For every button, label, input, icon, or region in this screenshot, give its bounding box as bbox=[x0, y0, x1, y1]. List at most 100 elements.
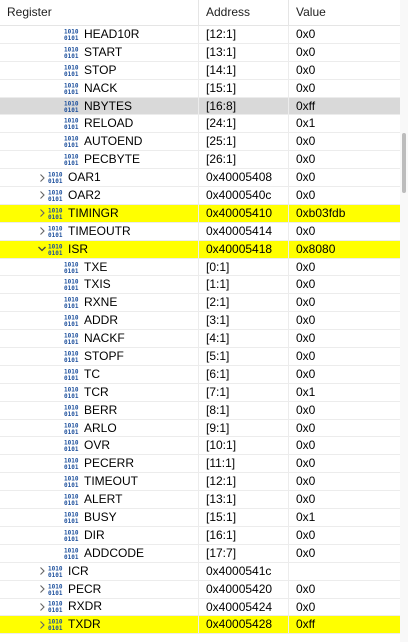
chevron-right-icon[interactable] bbox=[36, 169, 48, 186]
value-cell[interactable]: 0x0 bbox=[289, 437, 400, 454]
register-cell: 1010 0101 PECBYTE bbox=[0, 151, 199, 169]
chevron-right-icon[interactable] bbox=[36, 187, 48, 204]
table-row[interactable]: 1010 0101 ADDR [3:1] 0x0 bbox=[0, 312, 400, 331]
value-cell[interactable]: 0x0 bbox=[289, 402, 400, 419]
table-row[interactable]: 1010 0101 NACK [15:1] 0x0 bbox=[0, 79, 400, 98]
table-row[interactable]: 1010 0101 OAR2 0x4000540c 0x0 bbox=[0, 187, 400, 205]
value-cell[interactable]: 0x0 bbox=[289, 420, 400, 437]
table-row[interactable]: 1010 0101 TIMEOUT [12:1] 0x0 bbox=[0, 473, 400, 492]
chevron-right-icon[interactable] bbox=[36, 616, 48, 633]
table-row[interactable]: 1010 0101 ISR 0x40005418 0x8080 bbox=[0, 240, 400, 259]
value-cell[interactable]: 0x0 bbox=[289, 80, 400, 97]
value-cell[interactable]: 0x0 bbox=[289, 491, 400, 508]
address-cell: [7:1] bbox=[199, 383, 289, 401]
svg-text:0101: 0101 bbox=[64, 71, 79, 77]
value-cell[interactable]: 0x1 bbox=[289, 384, 400, 401]
value-cell[interactable]: 0x0 bbox=[289, 473, 400, 490]
value-cell[interactable]: 0x0 bbox=[289, 151, 400, 168]
table-row[interactable]: 1010 0101 RELOAD [24:1] 0x1 bbox=[0, 115, 400, 134]
value-cell[interactable]: 0x0 bbox=[289, 133, 400, 150]
value-cell[interactable]: 0x0 bbox=[289, 366, 400, 383]
table-row[interactable]: 1010 0101 TIMEOUTR 0x40005414 0x0 bbox=[0, 222, 400, 241]
table-row[interactable]: 1010 0101 PECR 0x40005420 0x0 bbox=[0, 580, 400, 599]
table-row[interactable]: 1010 0101 NACKF [4:1] 0x0 bbox=[0, 330, 400, 349]
register-cell: 1010 0101 TC bbox=[0, 365, 199, 383]
table-row[interactable]: 1010 0101 PECBYTE [26:1] 0x0 bbox=[0, 151, 400, 170]
value-cell[interactable]: 0x0 bbox=[289, 187, 400, 204]
value-cell[interactable]: 0xff bbox=[289, 98, 400, 115]
table-row[interactable]: 1010 0101 PECERR [11:1] 0x0 bbox=[0, 455, 400, 474]
value-cell[interactable]: 0x1 bbox=[289, 509, 400, 526]
value-cell[interactable] bbox=[289, 563, 400, 580]
value-cell[interactable]: 0x0 bbox=[289, 276, 400, 293]
table-row[interactable]: 1010 0101 RXNE [2:1] 0x0 bbox=[0, 294, 400, 313]
value-cell[interactable]: 0x0 bbox=[289, 169, 400, 186]
table-row[interactable]: 1010 0101 TIMINGR 0x40005410 0xb03fdb bbox=[0, 204, 400, 223]
register-name: RXNE bbox=[84, 295, 118, 310]
value-cell[interactable]: 0xff bbox=[289, 616, 400, 633]
table-row[interactable]: 1010 0101 RXDR 0x40005424 0x0 bbox=[0, 598, 400, 617]
table-row[interactable]: 1010 0101 HEAD10R [12:1] 0x0 bbox=[0, 26, 400, 44]
value-cell[interactable]: 0x0 bbox=[289, 545, 400, 562]
scrollbar-thumb[interactable] bbox=[402, 133, 406, 193]
value-cell[interactable]: 0x8080 bbox=[289, 241, 400, 258]
register-name: ALERT bbox=[84, 492, 123, 507]
table-row[interactable]: 1010 0101 TXIS [1:1] 0x0 bbox=[0, 276, 400, 295]
value-cell[interactable]: 0x1 bbox=[289, 115, 400, 132]
column-header-register[interactable]: Register bbox=[0, 0, 199, 25]
table-row[interactable]: 1010 0101 STOPF [5:1] 0x0 bbox=[0, 348, 400, 366]
value-cell[interactable]: 0x0 bbox=[289, 294, 400, 311]
address-cell: [15:1] bbox=[199, 79, 289, 97]
table-row[interactable]: 1010 0101 AUTOEND [25:1] 0x0 bbox=[0, 133, 400, 152]
value-cell[interactable]: 0x0 bbox=[289, 259, 400, 276]
binary-register-icon: 1010 0101 bbox=[64, 296, 79, 311]
value-cell[interactable]: 0x0 bbox=[289, 44, 400, 61]
svg-text:0101: 0101 bbox=[64, 285, 79, 291]
table-row[interactable]: 1010 0101 ADDCODE [17:7] 0x0 bbox=[0, 544, 400, 563]
table-row[interactable]: 1010 0101 OVR [10:1] 0x0 bbox=[0, 437, 400, 456]
value-cell[interactable]: 0x0 bbox=[289, 26, 400, 43]
chevron-down-icon[interactable] bbox=[36, 241, 48, 258]
chevron-right-icon[interactable] bbox=[36, 205, 48, 222]
value-cell[interactable]: 0xb03fdb bbox=[289, 205, 400, 222]
table-row[interactable]: 1010 0101 ICR 0x4000541c bbox=[0, 562, 400, 581]
table-row[interactable]: 1010 0101 TCR [7:1] 0x1 bbox=[0, 383, 400, 402]
table-row[interactable]: 1010 0101 BUSY [15:1] 0x1 bbox=[0, 509, 400, 527]
register-name: ADDCODE bbox=[84, 545, 145, 560]
value-cell[interactable]: 0x0 bbox=[289, 348, 400, 365]
chevron-right-icon[interactable] bbox=[36, 599, 48, 616]
svg-text:0101: 0101 bbox=[64, 518, 79, 524]
binary-register-icon: 1010 0101 bbox=[64, 457, 79, 472]
table-row[interactable]: 1010 0101 OAR1 0x40005408 0x0 bbox=[0, 169, 400, 188]
value-cell[interactable]: 0x0 bbox=[289, 62, 400, 79]
column-header-address[interactable]: Address bbox=[199, 0, 289, 25]
address-cell: 0x4000541c bbox=[199, 562, 289, 580]
value-cell[interactable]: 0x0 bbox=[289, 527, 400, 544]
value-cell[interactable]: 0x0 bbox=[289, 599, 400, 616]
table-row[interactable]: 1010 0101 TXDR 0x40005428 0xff bbox=[0, 616, 400, 635]
chevron-right-icon[interactable] bbox=[36, 223, 48, 240]
table-row[interactable]: 1010 0101 NBYTES [16:8] 0xff bbox=[0, 97, 400, 116]
chevron-right-icon[interactable] bbox=[36, 563, 48, 580]
value-cell[interactable]: 0x0 bbox=[289, 330, 400, 347]
table-row[interactable]: 1010 0101 TXE [0:1] 0x0 bbox=[0, 258, 400, 277]
value-cell[interactable]: 0x0 bbox=[289, 223, 400, 240]
value-cell[interactable]: 0x0 bbox=[289, 455, 400, 472]
register-cell: 1010 0101 PECR bbox=[0, 580, 199, 598]
table-row[interactable]: 1010 0101 STOP [14:1] 0x0 bbox=[0, 61, 400, 80]
table-row[interactable]: 1010 0101 TC [6:1] 0x0 bbox=[0, 365, 400, 384]
chevron-right-icon[interactable] bbox=[36, 581, 48, 598]
register-name: TIMINGR bbox=[68, 205, 119, 220]
table-row[interactable]: 1010 0101 DIR [16:1] 0x0 bbox=[0, 526, 400, 545]
table-row[interactable]: 1010 0101 START [13:1] 0x0 bbox=[0, 43, 400, 62]
column-header-value[interactable]: Value bbox=[289, 0, 400, 25]
table-row[interactable]: 1010 0101 ARLO [9:1] 0x0 bbox=[0, 419, 400, 438]
value-cell[interactable]: 0x0 bbox=[289, 312, 400, 329]
table-row[interactable]: 1010 0101 ALERT [13:1] 0x0 bbox=[0, 491, 400, 510]
register-cell: 1010 0101 TIMINGR bbox=[0, 204, 199, 222]
vertical-scrollbar[interactable] bbox=[400, 0, 408, 642]
address-cell: [13:1] bbox=[199, 491, 289, 509]
binary-register-icon: 1010 0101 bbox=[64, 82, 79, 96]
table-row[interactable]: 1010 0101 BERR [8:1] 0x0 bbox=[0, 401, 400, 420]
value-cell[interactable]: 0x0 bbox=[289, 581, 400, 598]
